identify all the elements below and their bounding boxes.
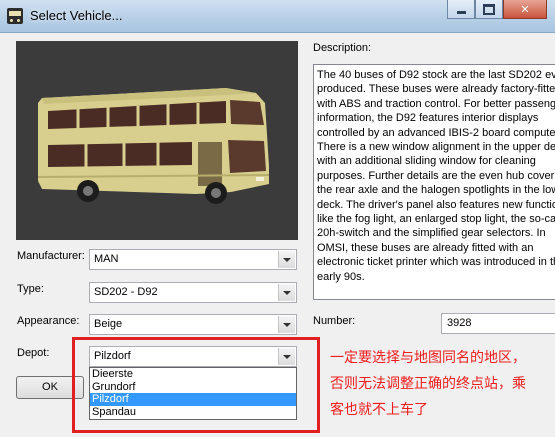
- appearance-select[interactable]: Beige: [89, 314, 297, 335]
- appearance-label: Appearance:: [17, 315, 80, 327]
- type-label: Type:: [17, 283, 44, 295]
- chevron-down-icon[interactable]: [278, 284, 295, 301]
- description-line: with an additional sliding window for cl…: [317, 155, 536, 168]
- annotation-line: 否则无法调整正确的终点站，乘: [330, 376, 526, 392]
- manufacturer-value: MAN: [94, 253, 119, 265]
- type-value: SD202 - D92: [94, 286, 158, 298]
- description-line: produced. These buses were already facto…: [317, 83, 555, 96]
- manufacturer-label: Manufacturer:: [17, 250, 85, 262]
- maximize-button[interactable]: [475, 0, 503, 19]
- annotation-note: 一定要选择与地图同名的地区， 否则无法调整正确的终点站，乘 客也就不上车了: [330, 345, 555, 423]
- title-bar[interactable]: Select Vehicle... ✕: [0, 0, 555, 33]
- chevron-down-icon[interactable]: [278, 348, 295, 365]
- description-line: like the fog light, an enlarged stop lig…: [317, 213, 555, 226]
- depot-option[interactable]: Pilzdorf: [90, 393, 296, 406]
- type-select[interactable]: SD202 - D92: [89, 282, 297, 303]
- appearance-value: Beige: [94, 318, 123, 330]
- number-value: 3928: [447, 317, 472, 329]
- description-label: Description:: [313, 42, 372, 54]
- vehicle-preview[interactable]: [16, 41, 298, 240]
- description-line: electronic ticket printer which was intr…: [317, 256, 555, 269]
- depot-value: Pilzdorf: [94, 350, 131, 362]
- description-line: 20h-switch and the simplified gear selec…: [317, 227, 546, 240]
- close-icon: ✕: [520, 3, 530, 16]
- description-line: information, the D92 features interior d…: [317, 112, 539, 125]
- bus-app-icon: [7, 8, 23, 24]
- chevron-down-icon[interactable]: [278, 251, 295, 268]
- annotation-line: 一定要选择与地图同名的地区，: [330, 350, 526, 366]
- depot-select[interactable]: Pilzdorf: [89, 346, 297, 367]
- caption-buttons: ✕: [447, 0, 547, 20]
- chevron-down-icon[interactable]: [278, 316, 295, 333]
- description-line: There is a new window alignment in the u…: [317, 141, 555, 154]
- double-decker-bus-image: [16, 41, 298, 240]
- description-line: [317, 284, 555, 298]
- number-input[interactable]: 3928: [441, 313, 555, 334]
- description-line: OMSI, these buses are already fitted wit…: [317, 241, 534, 254]
- close-button[interactable]: ✕: [503, 0, 547, 19]
- description-line: controlled by an advanced IBIS-2 board c…: [317, 126, 555, 139]
- description-line: deck. The driver's panel also features n…: [317, 198, 555, 211]
- minimize-button[interactable]: [447, 0, 475, 19]
- depot-label: Depot:: [17, 347, 50, 359]
- select-vehicle-window: Select Vehicle... ✕ Description: The 40 …: [0, 0, 555, 437]
- description-line: The 40 buses of D92 stock are the last S…: [317, 69, 555, 81]
- description-line: - Technical Specifications -: [317, 299, 555, 300]
- number-label: Number:: [313, 315, 356, 327]
- description-line: the rear axle and the halogen spotlights…: [317, 184, 555, 197]
- annotation-line: 客也就不上车了: [330, 402, 428, 418]
- description-line: purposes. Further details are the even h…: [317, 169, 555, 182]
- description-textbox[interactable]: The 40 buses of D92 stock are the last S…: [313, 64, 555, 300]
- description-line: with ABS and traction control. For bette…: [317, 97, 555, 110]
- maximize-icon: [483, 3, 495, 15]
- window-title: Select Vehicle...: [30, 8, 123, 23]
- manufacturer-select[interactable]: MAN: [89, 249, 297, 270]
- description-line: early 90s.: [317, 270, 365, 283]
- depot-dropdown-list: Dieerste Grundorf Pilzdorf Spandau: [89, 367, 297, 420]
- depot-option[interactable]: Dieerste: [90, 368, 296, 381]
- depot-option[interactable]: Grundorf: [90, 381, 296, 394]
- minimize-icon: [456, 10, 466, 14]
- ok-button[interactable]: OK: [16, 376, 84, 399]
- depot-option[interactable]: Spandau: [90, 406, 296, 419]
